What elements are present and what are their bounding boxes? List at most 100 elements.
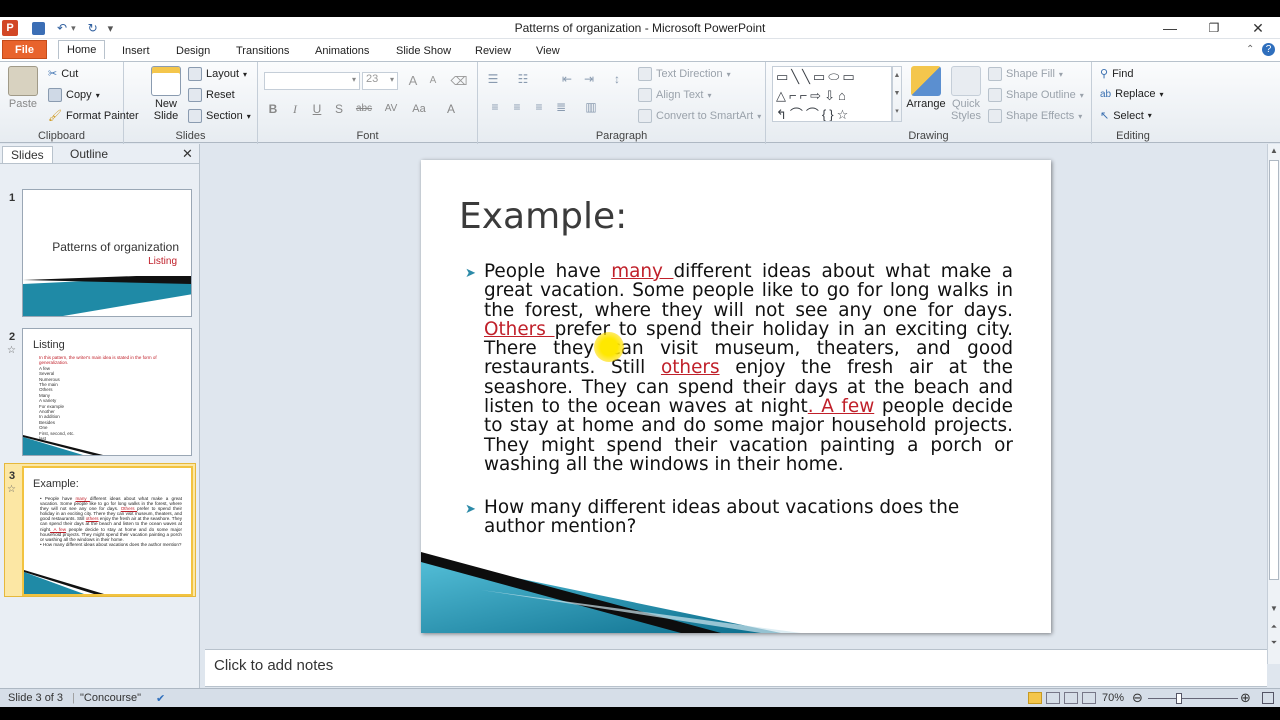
slide-thumbnail-2[interactable]: Listing In this pattern, the writer's ma… — [22, 328, 192, 456]
bullets-icon[interactable]: ☰ — [484, 70, 502, 88]
previous-slide-icon[interactable]: ⏶ — [1268, 620, 1280, 634]
align-right-icon[interactable]: ≡ — [530, 98, 548, 116]
zoom-slider-thumb[interactable] — [1176, 693, 1182, 704]
shape-fill-button[interactable]: Shape Fill ▾ — [988, 67, 1063, 81]
section-button[interactable]: Section ▾ — [188, 109, 251, 123]
slide-paragraph-2[interactable]: How many different ideas about vacations… — [484, 498, 1013, 537]
change-case-button[interactable]: Aa — [408, 100, 430, 118]
justify-icon[interactable]: ≣ — [552, 98, 570, 116]
layout-button[interactable]: Layout ▾ — [188, 67, 247, 81]
zoom-in-icon[interactable]: ⊕ — [1240, 690, 1251, 706]
scroll-down-icon[interactable]: ▼ — [1268, 602, 1280, 616]
reset-button[interactable]: Reset — [188, 88, 235, 102]
columns-icon[interactable]: ▥ — [582, 98, 600, 116]
convert-smartart-label: Convert to SmartArt — [656, 110, 754, 122]
tab-transitions[interactable]: Transitions — [228, 42, 297, 61]
slide-canvas[interactable]: Example: ➤ People have many different id… — [421, 160, 1051, 633]
tab-file[interactable]: File — [2, 40, 47, 59]
tab-animations[interactable]: Animations — [307, 42, 377, 61]
animation-star-icon[interactable]: ☆ — [7, 345, 16, 356]
help-icon[interactable]: ? — [1262, 43, 1275, 56]
new-slide-button[interactable]: New Slide — [148, 66, 184, 122]
align-text-button[interactable]: Align Text ▾ — [638, 88, 712, 102]
slide-title[interactable]: Example: — [459, 196, 627, 237]
thumb2-body: In this pattern, the writer's main idea … — [39, 355, 169, 442]
tab-slides-pane[interactable]: Slides — [2, 146, 53, 163]
align-left-icon[interactable]: ≡ — [486, 98, 504, 116]
shape-effects-button[interactable]: Shape Effects ▾ — [988, 109, 1082, 123]
slide-thumbnail-1[interactable]: Patterns of organization Listing — [22, 189, 192, 317]
minimize-ribbon-icon[interactable]: ⌃ — [1246, 44, 1254, 55]
thumb3-text: How many different ideas about vacations… — [42, 541, 182, 547]
cut-label: Cut — [61, 67, 79, 80]
zoom-slider-track[interactable] — [1148, 698, 1238, 699]
strikethrough-button[interactable]: abc — [352, 100, 376, 118]
cut-button[interactable]: ✂ Cut — [48, 67, 79, 81]
quick-styles-label: Quick Styles — [951, 98, 981, 122]
clear-format-icon[interactable]: ⌫ — [450, 72, 468, 90]
decrease-indent-icon[interactable]: ⇤ — [558, 70, 576, 88]
fit-to-window-icon[interactable] — [1262, 692, 1274, 704]
bold-button[interactable]: B — [264, 100, 282, 118]
scroll-thumb[interactable] — [1269, 160, 1279, 580]
shape-outline-button[interactable]: Shape Outline ▾ — [988, 88, 1084, 102]
close-pane-icon[interactable]: ✕ — [182, 146, 193, 162]
tab-home[interactable]: Home — [58, 40, 106, 59]
line-spacing-icon[interactable]: ↕ — [608, 70, 626, 88]
paragraph-group-label: Paragraph — [595, 130, 648, 142]
arrange-button[interactable]: Arrange — [904, 66, 948, 110]
text-direction-button[interactable]: Text Direction ▾ — [638, 67, 731, 81]
editing-group-label: Editing — [1116, 130, 1150, 142]
restore-icon[interactable]: ❐ — [1192, 17, 1236, 39]
slide-show-view-icon[interactable] — [1082, 692, 1096, 704]
notes-pane[interactable]: Click to add notes — [205, 649, 1267, 687]
slide-sorter-icon[interactable] — [1046, 692, 1060, 704]
underline-button[interactable]: U — [308, 100, 326, 118]
tab-review[interactable]: Review — [467, 42, 519, 61]
pencil-icon — [988, 88, 1002, 102]
section-icon — [188, 109, 202, 123]
select-button[interactable]: ↖ Select ▾ — [1100, 109, 1152, 123]
tab-outline-pane[interactable]: Outline — [62, 146, 116, 162]
slide-paragraph-1[interactable]: People have many different ideas about w… — [484, 262, 1013, 474]
character-spacing-button[interactable]: AV — [380, 100, 402, 118]
close-icon[interactable]: ✕ — [1236, 17, 1280, 39]
shapes-gallery[interactable]: ▭╲╲▭⬭▭ △⌐⌐⇨⇩⌂ ↰⌒⌒{}☆ — [772, 66, 892, 122]
gallery-scroll-icon[interactable]: ▲ ▼ ▾ — [892, 66, 902, 122]
font-size-combo[interactable]: 23 ▾ — [362, 72, 398, 90]
notes-placeholder[interactable]: Click to add notes — [214, 657, 333, 674]
shadow-button[interactable]: S — [330, 100, 348, 118]
font-name-combo[interactable]: ▾ — [264, 72, 360, 90]
scroll-up-icon[interactable]: ▲ — [1268, 144, 1280, 158]
copy-button[interactable]: Copy ▾ — [48, 88, 100, 102]
shrink-font-icon[interactable]: A — [424, 72, 442, 90]
grow-font-icon[interactable]: A — [404, 72, 422, 90]
vertical-scrollbar[interactable]: ▲ ▼ ⏶ ⏷ — [1267, 144, 1280, 664]
font-color-button[interactable]: A — [442, 100, 460, 118]
animation-star-icon[interactable]: ☆ — [7, 484, 16, 495]
tab-view[interactable]: View — [528, 42, 568, 61]
next-slide-icon[interactable]: ⏷ — [1268, 636, 1280, 650]
tab-insert[interactable]: Insert — [114, 42, 158, 61]
zoom-level[interactable]: 70% — [1102, 692, 1124, 704]
zoom-out-icon[interactable]: ⊖ — [1132, 690, 1143, 706]
replace-button[interactable]: ab Replace ▾ — [1100, 88, 1164, 100]
convert-smartart-button[interactable]: Convert to SmartArt ▾ — [638, 109, 761, 123]
quick-styles-button[interactable]: Quick Styles — [948, 66, 984, 122]
reading-view-icon[interactable] — [1064, 692, 1078, 704]
clipboard-group-label: Clipboard — [37, 130, 86, 142]
spell-check-icon[interactable]: ✔ — [156, 692, 165, 705]
pointer-highlight-cursor — [594, 332, 624, 362]
minimize-icon[interactable]: — — [1148, 17, 1192, 39]
slide-thumbnail-3[interactable]: Example: • People have many different id… — [22, 466, 193, 596]
tab-design[interactable]: Design — [168, 42, 218, 61]
normal-view-icon[interactable] — [1028, 692, 1042, 704]
tab-slide-show[interactable]: Slide Show — [388, 42, 459, 61]
italic-button[interactable]: I — [286, 100, 304, 118]
increase-indent-icon[interactable]: ⇥ — [580, 70, 598, 88]
paste-button[interactable]: Paste — [6, 66, 40, 110]
ribbon-tabs: File Home Insert Design Transitions Anim… — [0, 39, 1280, 61]
align-center-icon[interactable]: ≡ — [508, 98, 526, 116]
numbering-icon[interactable]: ☷ — [514, 70, 532, 88]
find-button[interactable]: ⚲ Find — [1100, 67, 1133, 81]
